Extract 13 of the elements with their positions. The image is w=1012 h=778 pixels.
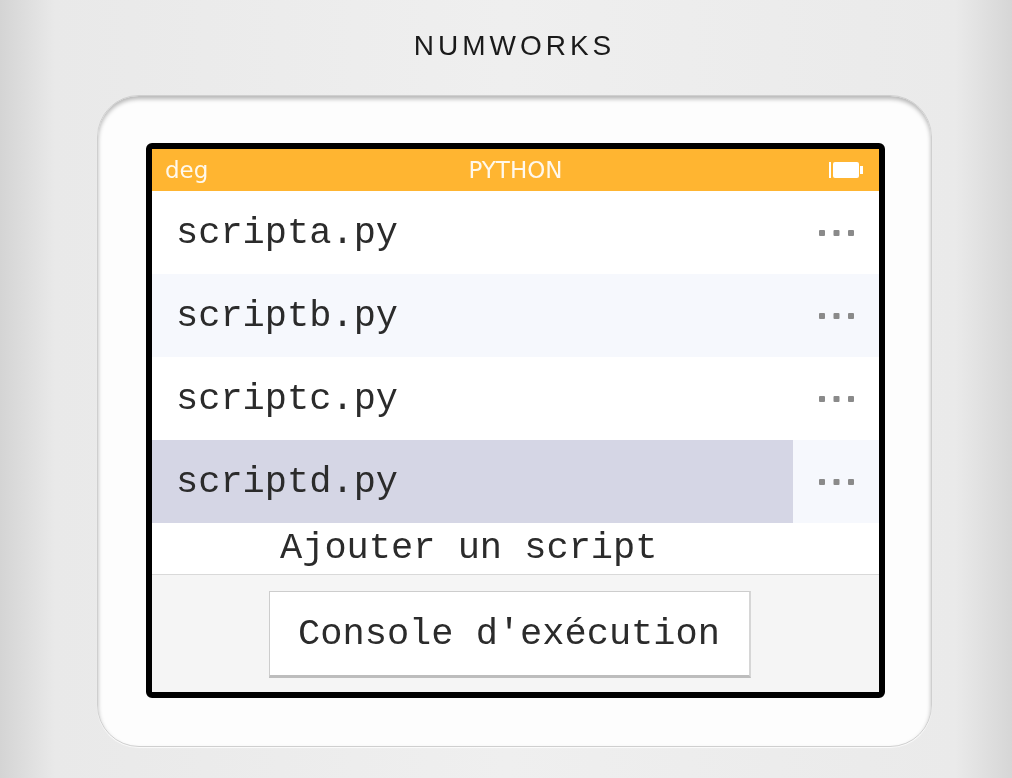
angle-unit-label: deg	[165, 156, 209, 184]
script-item[interactable]: scripta.py	[152, 191, 793, 274]
ellipsis-icon	[818, 478, 854, 485]
ellipsis-icon	[818, 312, 854, 319]
ellipsis-icon	[818, 229, 854, 236]
app-title: PYTHON	[468, 156, 563, 184]
add-script-item[interactable]: Ajouter un script	[280, 527, 658, 569]
battery-icon	[829, 161, 863, 179]
ellipsis-icon	[818, 395, 854, 402]
console-button[interactable]: Console d'exécution	[268, 591, 751, 678]
script-item[interactable]: scriptd.py	[152, 440, 793, 523]
script-item[interactable]: scriptc.py	[152, 357, 793, 440]
brand-logo: NUMWORKS	[413, 32, 616, 60]
